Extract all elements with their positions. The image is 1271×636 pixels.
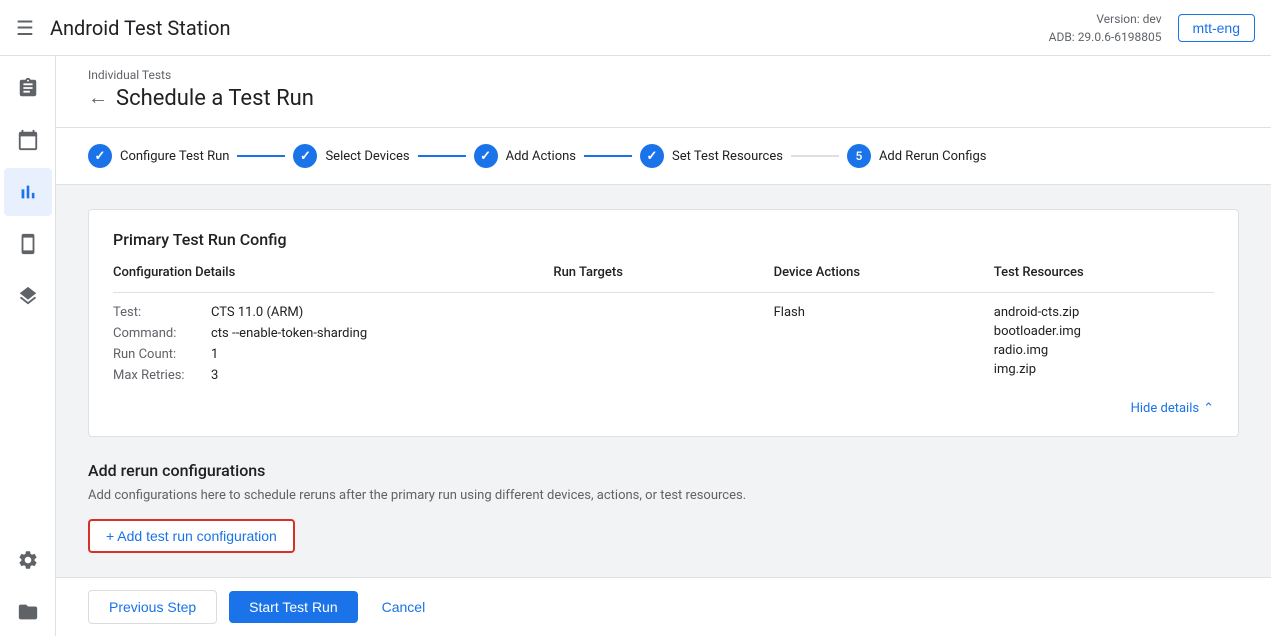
back-button[interactable]: ← [88,87,108,110]
step-2-circle [293,144,317,168]
detail-max-retries: Max Retries: 3 [113,368,553,383]
connector-1 [237,155,285,157]
detail-test-value: CTS 11.0 (ARM) [211,305,303,320]
step-select-devices: Select Devices [293,144,409,168]
breadcrumb: Individual Tests [88,68,1239,82]
page-title: Schedule a Test Run [116,86,314,111]
sidebar-item-schedule[interactable] [4,116,52,164]
detail-command-label: Command: [113,326,203,341]
sidebar-item-tests[interactable] [4,64,52,112]
page-title-row: ← Schedule a Test Run [88,86,1239,111]
step-add-actions: Add Actions [474,144,576,168]
start-test-run-button[interactable]: Start Test Run [229,591,357,623]
footer-bar: Previous Step Start Test Run Cancel [56,577,1271,636]
config-card-title: Primary Test Run Config [113,230,1214,249]
device-action-flash: Flash [774,305,994,320]
step-configure: Configure Test Run [88,144,229,168]
step-5-label: Add Rerun Configs [879,149,987,164]
run-targets-col: Run Targets [553,265,773,389]
step-2-label: Select Devices [325,149,409,164]
test-resources-col: Test Resources android-cts.zip bootloade… [994,265,1214,389]
step-4-label: Set Test Resources [672,149,783,164]
step-3-label: Add Actions [506,149,576,164]
page-header: Individual Tests ← Schedule a Test Run [56,56,1271,128]
menu-icon[interactable]: ☰ [16,16,34,40]
detail-run-count-label: Run Count: [113,347,203,362]
step-4-circle [640,144,664,168]
app-title: Android Test Station [50,16,1033,40]
hide-details-link[interactable]: Hide details ⌃ [113,401,1214,416]
step-1-label: Configure Test Run [120,149,229,164]
add-config-button[interactable]: + Add test run configuration [88,519,295,553]
step-3-circle [474,144,498,168]
connector-4 [791,155,839,157]
topbar: ☰ Android Test Station Version: dev ADB:… [0,0,1271,56]
detail-max-retries-label: Max Retries: [113,368,203,383]
device-actions-col: Device Actions Flash [774,265,994,389]
rerun-description: Add configurations here to schedule reru… [88,488,1239,503]
resource-1: bootloader.img [994,324,1214,339]
col-header-run-targets: Run Targets [553,265,773,293]
detail-run-count-value: 1 [211,347,218,362]
sidebar-item-settings[interactable] [4,536,52,584]
step-set-resources: Set Test Resources [640,144,783,168]
detail-command: Command: cts --enable-token-sharding [113,326,553,341]
rerun-section: Add rerun configurations Add configurati… [88,461,1239,553]
detail-test-label: Test: [113,305,203,320]
detail-run-count: Run Count: 1 [113,347,553,362]
sidebar-item-devices[interactable] [4,220,52,268]
main-content: Individual Tests ← Schedule a Test Run C… [56,56,1271,636]
sidebar-item-results[interactable] [4,168,52,216]
col-header-device-actions: Device Actions [774,265,994,293]
sidebar [0,56,56,636]
step-5-circle: 5 [847,144,871,168]
resource-2: radio.img [994,343,1214,358]
detail-command-value: cts --enable-token-sharding [211,326,367,341]
body-layout: Individual Tests ← Schedule a Test Run C… [0,56,1271,636]
sidebar-item-resources[interactable] [4,272,52,320]
col-header-details: Configuration Details [113,265,553,293]
version-info: Version: dev ADB: 29.0.6-6198805 [1049,10,1162,46]
previous-step-button[interactable]: Previous Step [88,590,217,624]
detail-test: Test: CTS 11.0 (ARM) [113,305,553,320]
cancel-button[interactable]: Cancel [370,591,438,623]
chevron-up-icon: ⌃ [1203,401,1214,416]
step-1-circle [88,144,112,168]
resource-0: android-cts.zip [994,305,1214,320]
resource-3: img.zip [994,362,1214,377]
col-header-test-resources: Test Resources [994,265,1214,293]
rerun-title: Add rerun configurations [88,461,1239,480]
config-grid: Configuration Details Test: CTS 11.0 (AR… [113,265,1214,389]
sidebar-item-files[interactable] [4,588,52,636]
env-button[interactable]: mtt-eng [1178,14,1255,42]
stepper: Configure Test Run Select Devices Add Ac… [56,128,1271,185]
connector-3 [584,155,632,157]
config-details-col: Configuration Details Test: CTS 11.0 (AR… [113,265,553,389]
hide-details-label: Hide details [1131,401,1199,416]
connector-2 [418,155,466,157]
config-card: Primary Test Run Config Configuration De… [88,209,1239,437]
step-add-rerun: 5 Add Rerun Configs [847,144,987,168]
detail-max-retries-value: 3 [211,368,218,383]
content-area: Primary Test Run Config Configuration De… [56,185,1271,577]
